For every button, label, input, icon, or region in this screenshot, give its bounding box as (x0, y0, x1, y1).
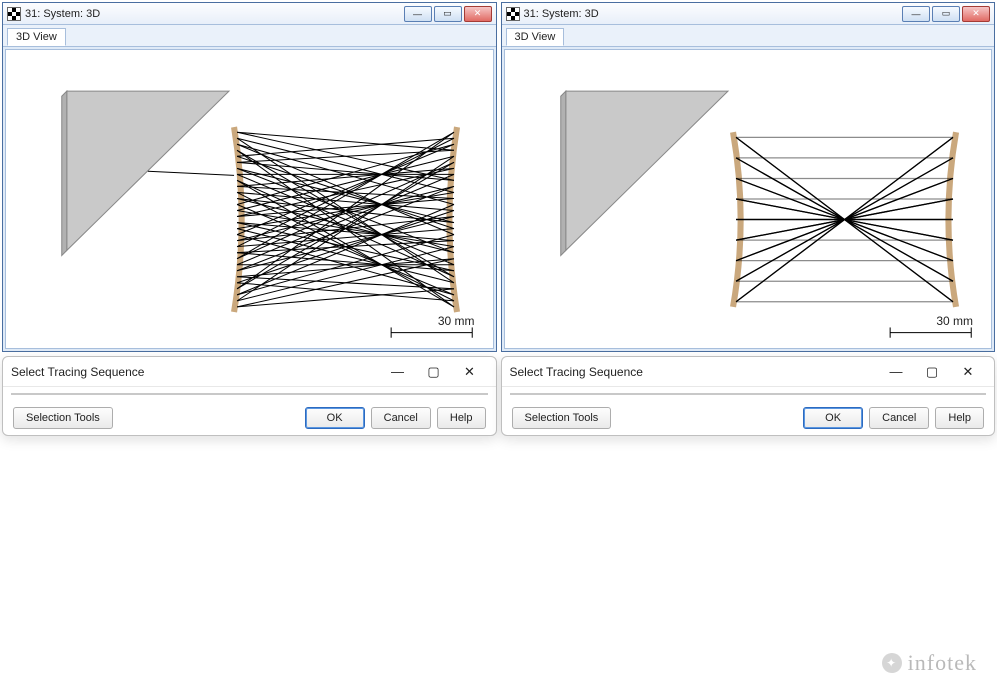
sequence-list[interactable]: ✓47: "Thorlabs [CM508-050-M01]" (# 2) → … (11, 393, 488, 395)
titlebar[interactable]: 31: System: 3D — ▭ ✕ (502, 3, 995, 25)
maximize-button[interactable]: ▭ (434, 6, 462, 22)
maximize-button[interactable]: ▢ (914, 360, 950, 384)
dialog-titlebar[interactable]: Select Tracing Sequence — ▢ ✕ (3, 357, 496, 387)
tab-3d-view[interactable]: 3D View (506, 28, 565, 46)
cancel-button[interactable]: Cancel (371, 407, 431, 429)
scale-label: 30 mm (936, 314, 973, 328)
help-button[interactable]: Help (437, 407, 486, 429)
window-3d-left: 31: System: 3D — ▭ ✕ 3D View (2, 2, 497, 352)
scale-label: 30 mm (438, 314, 475, 328)
app-icon (506, 7, 520, 21)
ok-button[interactable]: OK (803, 407, 863, 429)
watermark-icon: ✦ (882, 653, 902, 673)
titlebar[interactable]: 31: System: 3D — ▭ ✕ (3, 3, 496, 25)
view-tabbar: 3D View (502, 25, 995, 47)
watermark-text: infotek (908, 650, 977, 676)
window-title: 31: System: 3D (25, 8, 400, 20)
viewport-3d[interactable]: 30 mm (5, 49, 494, 349)
dialog-tracing-sequence-right: Select Tracing Sequence — ▢ ✕ ✓7: "Thorl… (501, 356, 996, 436)
close-button[interactable]: ✕ (962, 6, 990, 22)
close-button[interactable]: ✕ (464, 6, 492, 22)
minimize-button[interactable]: — (878, 360, 914, 384)
app-icon (7, 7, 21, 21)
dialog-title: Select Tracing Sequence (510, 365, 879, 379)
selection-tools-button[interactable]: Selection Tools (13, 407, 113, 429)
dialog-title: Select Tracing Sequence (11, 365, 380, 379)
sequence-list[interactable]: ✓7: "Thorlabs [CM508-050-M01]" (# 2) → S… (510, 393, 987, 395)
dialog-footer: Selection Tools OK Cancel Help (502, 401, 995, 435)
maximize-button[interactable]: ▭ (932, 6, 960, 22)
viewport-3d[interactable]: 30 mm (504, 49, 993, 349)
minimize-button[interactable]: — (380, 360, 416, 384)
ok-button[interactable]: OK (305, 407, 365, 429)
minimize-button[interactable]: — (404, 6, 432, 22)
help-button[interactable]: Help (935, 407, 984, 429)
minimize-button[interactable]: — (902, 6, 930, 22)
window-3d-right: 31: System: 3D — ▭ ✕ 3D View (501, 2, 996, 352)
dialog-tracing-sequence-left: Select Tracing Sequence — ▢ ✕ ✓47: "Thor… (2, 356, 497, 436)
dialog-footer: Selection Tools OK Cancel Help (3, 401, 496, 435)
cancel-button[interactable]: Cancel (869, 407, 929, 429)
tab-3d-view[interactable]: 3D View (7, 28, 66, 46)
close-button[interactable]: ✕ (452, 360, 488, 384)
close-button[interactable]: ✕ (950, 360, 986, 384)
dialog-titlebar[interactable]: Select Tracing Sequence — ▢ ✕ (502, 357, 995, 387)
window-title: 31: System: 3D (524, 8, 899, 20)
watermark: ✦ infotek (882, 650, 977, 676)
view-tabbar: 3D View (3, 25, 496, 47)
selection-tools-button[interactable]: Selection Tools (512, 407, 612, 429)
maximize-button[interactable]: ▢ (416, 360, 452, 384)
